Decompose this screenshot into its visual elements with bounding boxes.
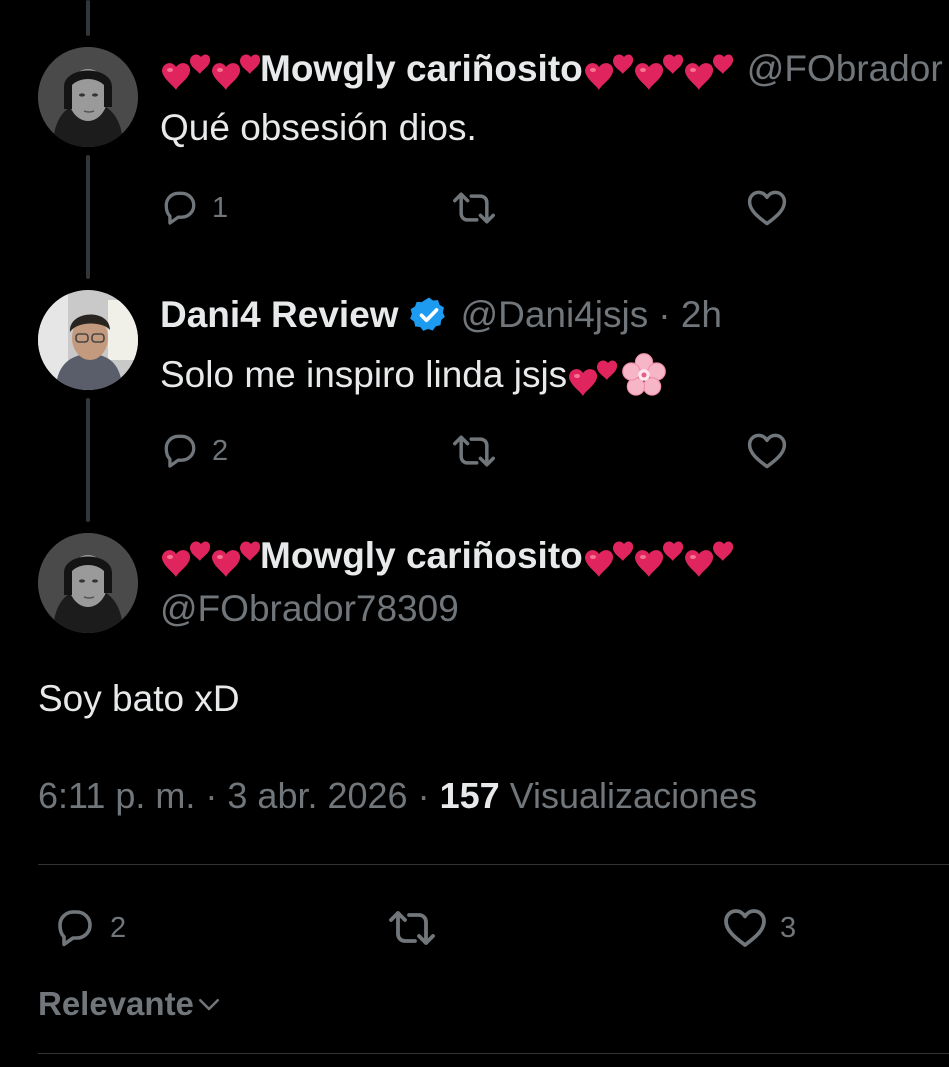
avatar[interactable]: [38, 533, 138, 633]
reply-button[interactable]: 1: [158, 186, 228, 230]
post-time[interactable]: · 2h: [658, 294, 722, 336]
sort-label: Relevante: [38, 985, 194, 1022]
two-hearts-emoji: [160, 47, 260, 91]
repost-button[interactable]: [385, 904, 439, 952]
like-icon: [744, 429, 790, 473]
two-hearts-emoji: [583, 534, 733, 578]
repost-button[interactable]: [450, 186, 498, 230]
two-hearts-emoji: [567, 353, 617, 397]
tweet-text: Qué obsesión dios.: [160, 107, 477, 148]
chevron-down-icon: [198, 999, 219, 1011]
avatar[interactable]: [38, 290, 138, 390]
divider: [38, 864, 949, 865]
reply-count: 2: [110, 911, 127, 944]
views-label: Visualizaciones: [499, 775, 758, 816]
reply-icon: [158, 429, 202, 473]
tweet-text-content: Solo me inspiro linda jsjs: [160, 354, 568, 395]
reply-button[interactable]: 2: [50, 904, 126, 952]
two-hearts-emoji: [583, 47, 733, 91]
verified-badge-icon[interactable]: [409, 295, 449, 335]
like-icon: [744, 186, 790, 230]
avatar[interactable]: [38, 47, 138, 147]
user-handle[interactable]: @FObrador: [747, 48, 943, 90]
like-icon: [720, 904, 770, 952]
display-name[interactable]: Mowgly cariñosito: [260, 48, 583, 90]
thread-line-1: [86, 155, 90, 279]
like-button[interactable]: 3: [720, 904, 796, 952]
thread-line-top: [86, 0, 90, 36]
sort-dropdown[interactable]: Relevante: [38, 985, 224, 1023]
views-count: 157: [439, 775, 500, 816]
repost-button[interactable]: [450, 429, 498, 473]
main-post-header: Mowgly cariñosito: [160, 534, 733, 578]
repost-icon: [450, 429, 498, 473]
reply-count: 1: [212, 191, 229, 224]
post-timestamp[interactable]: 6:11 p. m. · 3 abr. 2026 ·: [38, 775, 440, 816]
conversation-thread: Mowgly cariñosito @FObrador Qué obsesión…: [0, 0, 949, 1067]
reply-count: 2: [212, 434, 229, 467]
two-hearts-emoji: [160, 534, 260, 578]
reply-icon: [50, 904, 100, 952]
main-post-text: Soy bato xD: [38, 678, 240, 719]
display-name[interactable]: Mowgly cariñosito: [260, 535, 583, 577]
like-button[interactable]: [744, 429, 790, 473]
repost-icon: [450, 186, 498, 230]
user-handle[interactable]: @Dani4jsjs: [461, 294, 649, 336]
user-handle[interactable]: @FObrador78309: [160, 588, 459, 630]
tweet-text: Solo me inspiro linda jsjs: [160, 352, 667, 398]
like-button[interactable]: [744, 186, 790, 230]
post-metadata: 6:11 p. m. · 3 abr. 2026 · 157 Visualiza…: [38, 775, 757, 817]
divider: [38, 1053, 949, 1054]
cherry-blossom-emoji: [622, 353, 667, 396]
reply-icon: [158, 186, 202, 230]
reply-button[interactable]: 2: [158, 429, 228, 473]
thread-line-2: [86, 398, 90, 522]
reply-1-header: Mowgly cariñosito @FObrador: [160, 47, 943, 91]
repost-icon: [385, 904, 439, 952]
like-count: 3: [780, 911, 797, 944]
display-name[interactable]: Dani4 Review: [160, 294, 399, 336]
reply-2-header: Dani4 Review @Dani4jsjs · 2h: [160, 294, 722, 336]
